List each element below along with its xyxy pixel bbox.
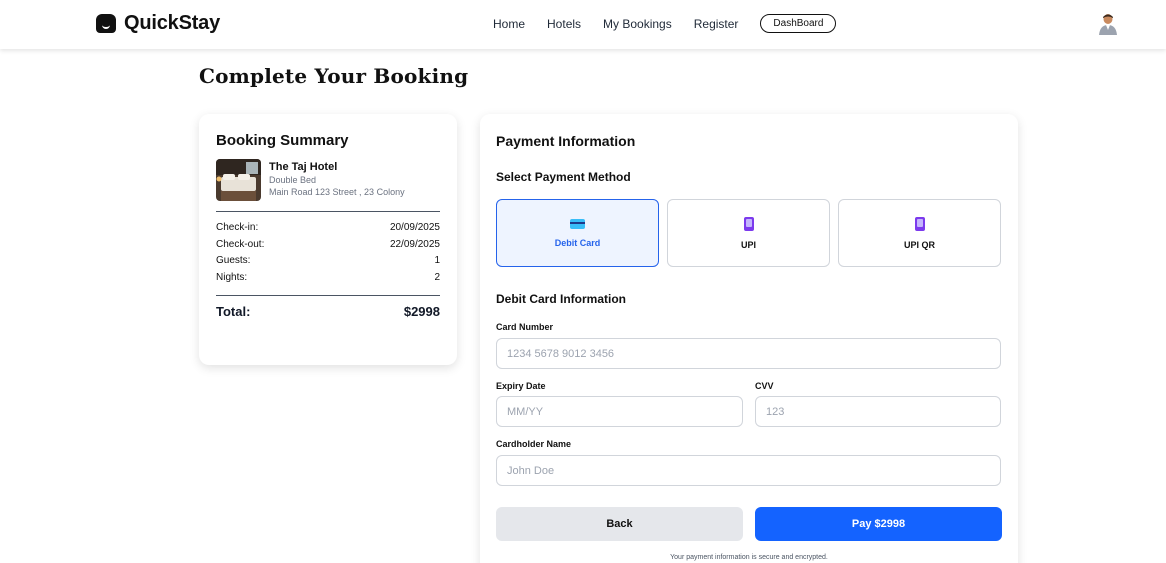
bag-icon [96, 14, 116, 33]
payment-methods: Debit Card UPI UPI QR [496, 199, 1001, 267]
debit-card-section-title: Debit Card Information [496, 292, 627, 306]
summary-divider-2 [216, 295, 440, 296]
nights-row: Nights: 2 [216, 270, 440, 287]
nav-home[interactable]: Home [493, 17, 525, 31]
total-value: $2998 [403, 304, 440, 319]
checkout-row: Check-out: 22/09/2025 [216, 237, 440, 254]
payment-method-title: Select Payment Method [496, 170, 631, 184]
cardholder-input[interactable] [496, 455, 1001, 486]
card-number-input[interactable] [496, 338, 1001, 369]
cardholder-label: Cardholder Name [496, 439, 572, 449]
hotel-name: The Taj Hotel [269, 161, 338, 173]
method-label: UPI QR [903, 239, 935, 250]
mobile-phone-icon [743, 216, 754, 231]
booking-summary-card: Booking Summary The Taj Hotel Double Bed… [199, 114, 457, 365]
expiry-label: Expiry Date [496, 381, 546, 391]
method-debit-card[interactable]: Debit Card [496, 199, 659, 267]
hotel-info: The Taj Hotel Double Bed Main Road 123 S… [216, 159, 440, 201]
credit-card-icon [570, 218, 585, 229]
payment-title: Payment Information [496, 133, 636, 149]
mobile-phone-icon [914, 216, 925, 231]
hotel-text: The Taj Hotel Double Bed Main Road 123 S… [269, 159, 405, 201]
summary-divider [216, 211, 440, 212]
method-upi-qr[interactable]: UPI QR [838, 199, 1001, 267]
summary-title: Booking Summary [216, 132, 349, 149]
back-button[interactable]: Back [496, 507, 743, 541]
nav-my-bookings[interactable]: My Bookings [603, 17, 672, 31]
cvv-input[interactable] [755, 396, 1001, 427]
expiry-input[interactable] [496, 396, 743, 427]
cvv-label: CVV [755, 381, 774, 391]
user-avatar[interactable] [1098, 13, 1118, 35]
top-navbar: QuickStay Home Hotels My Bookings Regist… [0, 0, 1166, 49]
pay-button[interactable]: Pay $2998 [755, 507, 1002, 541]
checkin-label: Check-in: [216, 222, 259, 233]
guests-value: 1 [434, 255, 440, 266]
hotel-address: Main Road 123 Street , 23 Colony [269, 187, 405, 197]
method-upi[interactable]: UPI [667, 199, 830, 267]
checkout-value: 22/09/2025 [389, 238, 440, 250]
brand-name: QuickStay [124, 12, 221, 34]
method-label: UPI [740, 239, 756, 250]
payment-card: Payment Information Select Payment Metho… [480, 114, 1018, 563]
total-label: Total: [216, 304, 251, 319]
nav-register[interactable]: Register [694, 17, 739, 31]
secure-note: Your payment information is secure and e… [670, 554, 828, 561]
guests-row: Guests: 1 [216, 253, 440, 270]
nav-hotels[interactable]: Hotels [547, 17, 581, 31]
hotel-room-thumbnail [216, 159, 261, 201]
page-title: Complete Your Booking [199, 64, 469, 88]
card-number-label: Card Number [496, 322, 554, 332]
method-label: Debit Card [554, 237, 601, 248]
nights-label: Nights: [216, 271, 248, 283]
checkin-row: Check-in: 20/09/2025 [216, 220, 440, 237]
main-nav: Home Hotels My Bookings Register DashBoa… [493, 14, 837, 33]
total-row: Total: $2998 [216, 304, 440, 319]
checkout-label: Check-out: [216, 238, 265, 250]
guests-label: Guests: [216, 255, 251, 266]
dashboard-button[interactable]: DashBoard [760, 14, 837, 33]
room-type: Double Bed [269, 175, 317, 185]
brand-logo[interactable]: QuickStay [96, 12, 220, 35]
checkin-value: 20/09/2025 [389, 222, 440, 233]
nights-value: 2 [434, 271, 440, 283]
